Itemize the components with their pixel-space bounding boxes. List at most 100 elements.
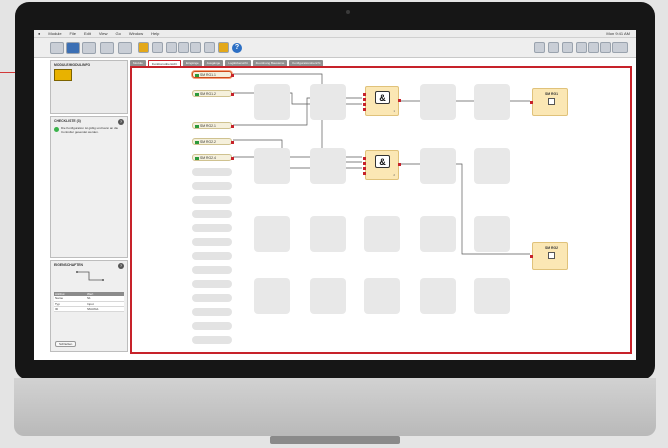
input-block[interactable]: SM RG1.2 bbox=[192, 90, 234, 97]
report-icon[interactable] bbox=[204, 42, 215, 53]
menu-item[interactable]: Help bbox=[151, 31, 159, 36]
empty-logic-cell[interactable] bbox=[254, 216, 290, 252]
empty-input-slot[interactable] bbox=[192, 238, 232, 246]
nav-left-icon[interactable] bbox=[576, 42, 587, 53]
close-properties-button[interactable]: Schließen bbox=[55, 341, 77, 347]
license-icon[interactable] bbox=[218, 42, 229, 53]
apple-icon[interactable]: ● bbox=[38, 31, 40, 36]
empty-logic-cell[interactable] bbox=[364, 216, 400, 252]
input-pin[interactable] bbox=[363, 172, 366, 175]
open-folder-icon[interactable] bbox=[50, 42, 64, 54]
status-row: Die Konfiguration ist gültig und kann an… bbox=[51, 124, 127, 136]
save-icon[interactable] bbox=[66, 42, 80, 54]
empty-logic-cell[interactable] bbox=[310, 148, 346, 184]
menu-item[interactable]: Edit bbox=[84, 31, 91, 36]
logic-canvas[interactable]: SM RG1.1 SM RG1.2 SM RG2.1 SM RG2.2 SM RG2.4… bbox=[130, 66, 632, 354]
input-block[interactable]: SM RG2.4 bbox=[192, 154, 234, 161]
status-help-icon[interactable]: ? bbox=[118, 119, 124, 125]
empty-logic-cell[interactable] bbox=[254, 148, 290, 184]
gate-label: 2 bbox=[393, 173, 395, 177]
input-pin[interactable] bbox=[363, 93, 366, 96]
menu-item[interactable]: Go bbox=[116, 31, 121, 36]
transfer-icon[interactable] bbox=[152, 42, 163, 53]
print-icon[interactable] bbox=[82, 42, 96, 54]
empty-logic-cell[interactable] bbox=[420, 216, 456, 252]
empty-logic-cell[interactable] bbox=[474, 84, 510, 120]
output-block[interactable]: SM RG1 bbox=[530, 88, 568, 116]
empty-logic-cell[interactable] bbox=[420, 278, 456, 314]
empty-logic-cell[interactable] bbox=[474, 148, 510, 184]
prop-value[interactable]: SM-RG1 bbox=[86, 306, 124, 312]
input-pin[interactable] bbox=[363, 108, 366, 111]
empty-input-slot[interactable] bbox=[192, 182, 232, 190]
zoom-in-icon[interactable] bbox=[534, 42, 545, 53]
empty-input-slot[interactable] bbox=[192, 294, 232, 302]
empty-logic-cell[interactable] bbox=[474, 278, 510, 314]
and-gate-block[interactable]: & 2 bbox=[363, 150, 401, 180]
empty-input-slot[interactable] bbox=[192, 252, 232, 260]
menu-item[interactable]: Window bbox=[129, 31, 143, 36]
input-block[interactable]: SM RG2.2 bbox=[192, 138, 234, 145]
empty-input-slot[interactable] bbox=[192, 196, 232, 204]
output-pin[interactable] bbox=[398, 99, 401, 102]
empty-input-slot[interactable] bbox=[192, 168, 232, 176]
zoom-out-icon[interactable] bbox=[562, 42, 573, 53]
connect-icon[interactable] bbox=[138, 42, 149, 53]
grid-icon[interactable] bbox=[600, 42, 611, 53]
main-toolbar: ? bbox=[34, 38, 636, 58]
empty-logic-cell[interactable] bbox=[420, 84, 456, 120]
empty-logic-cell[interactable] bbox=[310, 216, 346, 252]
module-info-pane: MODULE/MODULINFO bbox=[50, 60, 128, 114]
output-pin[interactable] bbox=[231, 124, 234, 128]
input-pin[interactable] bbox=[363, 98, 366, 101]
module-1-icon[interactable] bbox=[166, 42, 177, 53]
input-pin[interactable] bbox=[363, 157, 366, 160]
empty-logic-cell[interactable] bbox=[310, 84, 346, 120]
empty-input-slot[interactable] bbox=[192, 280, 232, 288]
undo-icon[interactable] bbox=[100, 42, 114, 54]
output-pin[interactable] bbox=[231, 156, 234, 160]
empty-logic-cell[interactable] bbox=[364, 278, 400, 314]
input-pin[interactable] bbox=[363, 103, 366, 106]
output-pin[interactable] bbox=[398, 163, 401, 166]
empty-input-slot[interactable] bbox=[192, 210, 232, 218]
output-pin[interactable] bbox=[231, 92, 234, 96]
layout-icon[interactable] bbox=[612, 42, 628, 53]
module-thumbnail[interactable] bbox=[54, 69, 72, 81]
input-pin[interactable] bbox=[530, 101, 533, 104]
module-3-icon[interactable] bbox=[190, 42, 201, 53]
menu-item[interactable]: File bbox=[70, 31, 76, 36]
output-pin[interactable] bbox=[231, 140, 234, 144]
menu-item[interactable]: View bbox=[99, 31, 108, 36]
empty-input-slot[interactable] bbox=[192, 308, 232, 316]
input-pin[interactable] bbox=[363, 167, 366, 170]
input-block[interactable]: SM RG1.1 bbox=[192, 71, 234, 78]
and-gate-block[interactable]: & 1 bbox=[363, 86, 401, 116]
nav-right-icon[interactable] bbox=[588, 42, 599, 53]
ok-status-icon bbox=[54, 127, 59, 132]
properties-help-icon[interactable]: ? bbox=[118, 263, 124, 269]
input-pin[interactable] bbox=[530, 255, 533, 258]
empty-input-slot[interactable] bbox=[192, 336, 232, 344]
output-block[interactable]: SM RG2 bbox=[530, 242, 568, 270]
module-2-icon[interactable] bbox=[178, 42, 189, 53]
properties-panel: EIGENSCHAFTEN ? Attribut Wert Name S1 Typ… bbox=[50, 260, 128, 352]
menu-item[interactable]: Module bbox=[48, 31, 61, 36]
status-panel-title: CHECKLISTE (3) bbox=[54, 119, 81, 123]
redo-icon[interactable] bbox=[118, 42, 132, 54]
empty-logic-cell[interactable] bbox=[474, 216, 510, 252]
help-icon[interactable]: ? bbox=[232, 43, 242, 53]
fit-icon[interactable] bbox=[548, 42, 559, 53]
empty-logic-cell[interactable] bbox=[254, 278, 290, 314]
empty-logic-cell[interactable] bbox=[420, 148, 456, 184]
empty-input-slot[interactable] bbox=[192, 322, 232, 330]
input-block[interactable]: SM RG2.1 bbox=[192, 122, 234, 129]
input-pin[interactable] bbox=[363, 162, 366, 165]
empty-input-slot[interactable] bbox=[192, 224, 232, 232]
empty-logic-cell[interactable] bbox=[254, 84, 290, 120]
output-label: SM RG1 bbox=[545, 92, 558, 96]
table-row[interactable]: ID SM-RG1 bbox=[54, 306, 124, 312]
output-pin[interactable] bbox=[231, 73, 234, 77]
empty-input-slot[interactable] bbox=[192, 266, 232, 274]
empty-logic-cell[interactable] bbox=[310, 278, 346, 314]
